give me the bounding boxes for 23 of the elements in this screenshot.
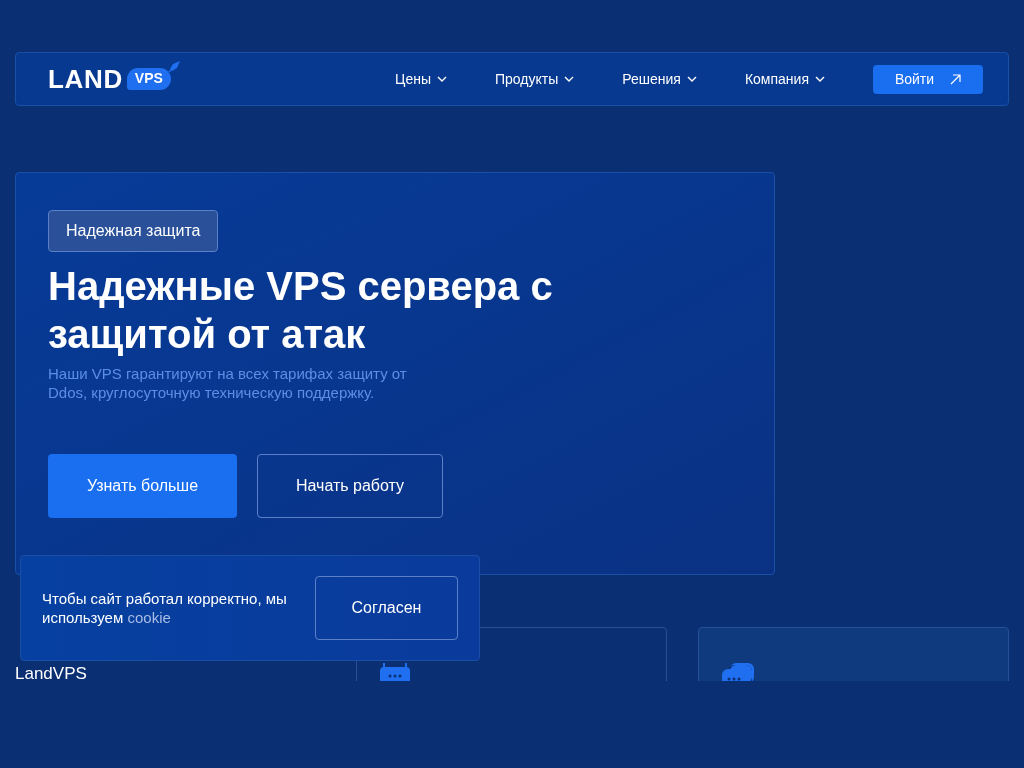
learn-more-button[interactable]: Узнать больше <box>48 454 237 518</box>
cookie-notice: Чтобы сайт работал корректно, мы используем cookie <box>42 589 288 627</box>
hero-description: Наши VPS гарантируют на всех тарифах защиту от Ddos, круглосуточную техническую поддержку. <box>48 364 408 402</box>
chevron-down-icon <box>437 76 447 82</box>
logo-text: LAND <box>48 66 123 92</box>
nav-menu-link[interactable]: Решения <box>622 68 697 90</box>
nav-menu-link[interactable]: Цены <box>395 68 447 90</box>
agree-button[interactable]: Согласен <box>315 576 458 640</box>
nav-menu-link[interactable]: Компания <box>744 68 825 90</box>
chevron-down-icon <box>686 76 697 82</box>
cookie-link[interactable]: cookie <box>127 609 171 626</box>
logo-badge: VPS <box>126 68 171 90</box>
chevron-down-icon <box>564 76 575 82</box>
arrow-up-right-icon <box>950 73 962 85</box>
hero-title: Надежные VPS сервера с защитой от атак <box>48 263 554 358</box>
get-started-button[interactable]: Начать работу <box>257 454 443 518</box>
rocket-icon <box>166 60 181 74</box>
chat-icon <box>380 663 410 681</box>
chevron-down-icon <box>815 76 825 82</box>
tag-label: Надежная защита <box>48 210 219 252</box>
login-button[interactable]: Войти <box>873 64 983 94</box>
caption-text: LandVPS <box>15 664 87 681</box>
nav-menu-link[interactable]: Продукты <box>495 68 575 90</box>
